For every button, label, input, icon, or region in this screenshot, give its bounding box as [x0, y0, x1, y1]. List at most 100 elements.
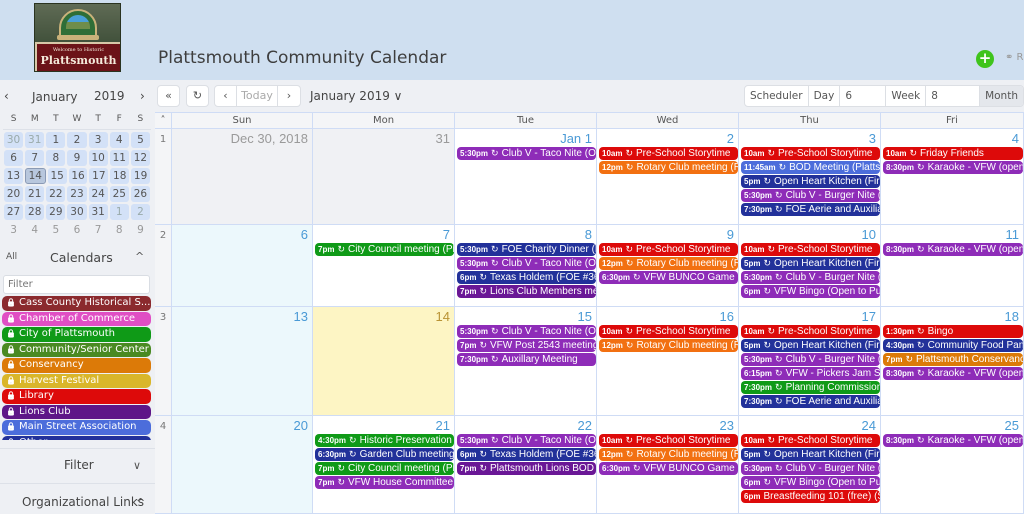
calendar-event[interactable]: 10am ↻ Pre-School Storytime [741, 434, 880, 447]
calendar-item[interactable]: 🔒Other [2, 435, 151, 440]
filter-section[interactable]: Filter ∨ [0, 458, 155, 480]
mini-day[interactable]: 23 [67, 186, 87, 202]
day-cell[interactable]: 16 10am ↻ Pre-School Storytime 12pm ↻ Rotary C… [597, 307, 739, 416]
day-number[interactable]: 13 [294, 309, 308, 324]
day-number[interactable]: 20 [294, 418, 308, 433]
day-cell[interactable]: 2 10am ↻ Pre-School Storytime 12pm ↻ Rotary Cl… [597, 129, 739, 225]
mini-day[interactable]: 19 [131, 168, 151, 184]
calendar-event[interactable]: 10am ↻ Pre-School Storytime [599, 434, 738, 447]
day-number[interactable]: 18 [1005, 309, 1019, 324]
day-number[interactable]: 3 [869, 131, 876, 146]
view-6-days-button[interactable]: 6 Days [840, 86, 887, 106]
prev-period-button[interactable]: ‹ [215, 86, 237, 106]
calendar-event[interactable]: 11:45am ↻ BOD Meeting (Plattsm [741, 161, 880, 174]
calendar-event[interactable]: 4:30pm ↻ Historic Preservation [315, 434, 454, 447]
mini-year-select[interactable]: 2019 [94, 89, 125, 103]
week-number[interactable]: 3 [155, 307, 172, 416]
current-period-dropdown[interactable]: January 2019 ∨ [310, 89, 402, 103]
week-number[interactable]: 4 [155, 416, 172, 514]
mini-prev-month-button[interactable]: ‹ [4, 89, 9, 103]
view-week-button[interactable]: Week [886, 86, 927, 106]
mini-day[interactable]: 7 [25, 150, 45, 166]
calendar-event[interactable]: 5:30pm ↻ Club V - Taco Nite (Op [457, 434, 596, 447]
calendar-event[interactable]: 5:30pm↻Club V - Taco Nite (Open [457, 147, 596, 160]
mini-day[interactable]: 4 [25, 222, 44, 238]
calendar-event[interactable]: 5:30pm ↻ FOE Charity Dinner (F [457, 243, 596, 256]
calendar-event[interactable]: 5:30pm ↻ Club V - Burger Nite ( [741, 353, 880, 366]
calendar-event[interactable]: 10am ↻ Pre-School Storytime [599, 147, 738, 160]
view-day-button[interactable]: Day [809, 86, 841, 106]
mini-day[interactable]: 26 [130, 186, 150, 202]
mini-day[interactable]: 12 [130, 150, 150, 166]
day-cell[interactable]: 7 7pm ↻ City Council meeting (Pla [313, 225, 455, 307]
calendar-event[interactable]: 10am ↻ Pre-School Storytime [599, 243, 738, 256]
day-number[interactable]: Jan 1 [560, 131, 592, 146]
calendar-item[interactable]: 🔒 Main Street Association [2, 420, 151, 435]
calendar-event[interactable]: 6pm ↻ Texas Holdem (FOE #36 [457, 271, 596, 284]
mini-day[interactable]: 11 [109, 150, 129, 166]
day-cell[interactable]: Dec 30, 2018 [172, 129, 313, 225]
calendar-event[interactable]: 5:30pm ↻ Club V - Burger Nite ( [741, 189, 880, 202]
calendar-filter-input[interactable] [3, 275, 150, 294]
calendar-event[interactable]: 10am ↻ Pre-School Storytime [741, 325, 880, 338]
day-cell[interactable]: 21 4:30pm ↻ Historic Preservation 6:30pm ↻ Gar… [313, 416, 455, 514]
mini-day[interactable]: 6 [4, 150, 24, 166]
day-cell[interactable]: 20 [172, 416, 313, 514]
calendar-event[interactable]: 5:30pm ↻ Club V - Burger Nite ( [741, 271, 880, 284]
mini-day[interactable]: 2 [67, 132, 87, 148]
mini-day[interactable]: 28 [25, 204, 45, 220]
day-number[interactable]: 14 [436, 309, 450, 324]
calendar-event[interactable]: 8:30pm ↻ Karaoke - VFW (open [883, 434, 1023, 447]
calendar-event[interactable]: 8:30pm ↻ Karaoke - VFW (open [883, 161, 1023, 174]
mini-day[interactable]: 29 [46, 204, 66, 220]
calendar-event[interactable]: 5:30pm ↻ Club V - Taco Nite (Op [457, 257, 596, 270]
day-cell[interactable]: 18 1:30pm ↻ Bingo 4:30pm ↻ Community Food Pan 7… [881, 307, 1024, 416]
mini-day[interactable]: 27 [4, 204, 24, 220]
calendar-event[interactable]: 6pm Breastfeeding 101 (free) (Sa [741, 490, 880, 503]
calendar-event[interactable]: 5:30pm ↻ Club V - Burger Nite ( [741, 462, 880, 475]
day-cell[interactable]: 25 8:30pm ↻ Karaoke - VFW (open [881, 416, 1024, 514]
mini-day[interactable]: 20 [4, 186, 24, 202]
calendar-event[interactable]: 8:30pm ↻ Karaoke - VFW (open [883, 243, 1023, 256]
day-number[interactable]: 6 [301, 227, 308, 242]
calendar-event[interactable]: 10am ↻ Friday Friends [883, 147, 1023, 160]
calendar-event[interactable]: 7pm ↻ City Council meeting (Pla [315, 462, 454, 475]
collapse-weeks-icon[interactable]: ˄ [155, 113, 172, 129]
mini-day[interactable]: 8 [110, 222, 129, 238]
mini-day[interactable]: 31 [25, 132, 45, 148]
view-scheduler-button[interactable]: Scheduler [745, 86, 809, 106]
calendar-item[interactable]: 🔒 Library [2, 389, 151, 404]
mini-day[interactable]: 1 [46, 132, 66, 148]
day-cell[interactable]: 4 10am ↻ Friday Friends 8:30pm ↻ Karaoke - VFW… [881, 129, 1024, 225]
day-number[interactable]: 22 [578, 418, 592, 433]
day-number[interactable]: 2 [727, 131, 734, 146]
select-all-calendars[interactable]: All [6, 252, 17, 262]
calendar-item[interactable]: 🔒 Harvest Festival [2, 373, 151, 388]
next-period-button[interactable]: › [278, 86, 300, 106]
day-number[interactable]: 24 [862, 418, 876, 433]
calendar-event[interactable]: 6:30pm ↻ Garden Club meeting [315, 448, 454, 461]
calendar-event[interactable]: 7pm ↻ VFW Post 2543 meeting [457, 339, 596, 352]
week-number[interactable]: 1 [155, 129, 172, 225]
day-cell[interactable]: 22 5:30pm ↻ Club V - Taco Nite (Op 6pm ↻ Texas… [455, 416, 597, 514]
mini-day[interactable]: 5 [130, 132, 150, 148]
mini-day[interactable]: 24 [88, 186, 108, 202]
mini-day[interactable]: 18 [110, 168, 130, 184]
day-number[interactable]: 7 [443, 227, 450, 242]
day-cell[interactable]: 23 10am ↻ Pre-School Storytime 12pm ↻ Rotary C… [597, 416, 739, 514]
mini-day[interactable]: 13 [4, 168, 23, 184]
calendar-event[interactable]: 6:30pm ↻ VFW BUNCO Game N [599, 462, 738, 475]
calendar-item[interactable]: 🔒 Community/Senior Center [2, 342, 151, 357]
calendar-event[interactable]: 7pm ↻ Plattsmouth Lions BOD N [457, 462, 596, 475]
day-cell[interactable]: 11 8:30pm ↻ Karaoke - VFW (open [881, 225, 1024, 307]
mini-day[interactable]: 15 [47, 168, 67, 184]
mini-day[interactable]: 6 [67, 222, 86, 238]
calendar-event[interactable]: 7pm ↻ Plattsmouth Conservanc [883, 353, 1023, 366]
calendar-item[interactable]: 🔒 Conservancy [2, 358, 151, 373]
mini-day[interactable]: 22 [46, 186, 66, 202]
refresh-button[interactable]: ↻ [186, 85, 209, 107]
mini-day[interactable]: 5 [46, 222, 65, 238]
calendar-event[interactable]: 7:30pm ↻ FOE Aerie and Auxilia [741, 203, 880, 216]
mini-day[interactable]: 30 [67, 204, 87, 220]
mini-day[interactable]: 17 [89, 168, 109, 184]
